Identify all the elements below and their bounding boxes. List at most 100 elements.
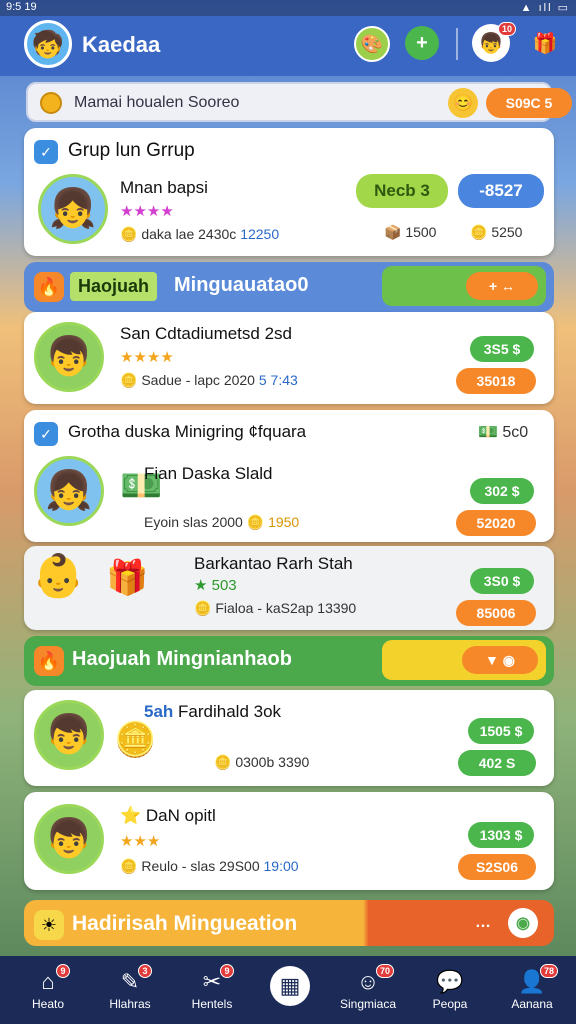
- meta-value: 19:00: [263, 858, 299, 874]
- meta-value: 13390: [317, 600, 357, 616]
- status-icon[interactable]: ◉: [508, 908, 538, 938]
- count-a-value: 1500: [405, 224, 437, 240]
- notification-badge: 10: [498, 22, 517, 36]
- list-item-3[interactable]: 👶 🎁 Barkantao Rarh Stah ★ 503 🪙 Fialoa -…: [24, 546, 554, 630]
- flame-icon: 🔥: [34, 272, 64, 302]
- item-name: 5ah Fardihald 3ok: [144, 702, 281, 722]
- count-b-value: 5250: [491, 224, 523, 240]
- section-action[interactable]: ▼ ◉: [382, 640, 546, 680]
- rating-stars: ★★★★: [120, 349, 174, 366]
- item-name-rest: Fardihald 3ok: [178, 702, 282, 721]
- reward-button[interactable]: S2S06: [458, 854, 536, 880]
- item-meta: 🪙 daka lae 2430c 12250: [120, 226, 280, 242]
- group-card[interactable]: ✓ Grup lun Grrup 👧 Mnan bapsi ★★★★ 🪙 dak…: [24, 128, 554, 256]
- treasure-icon: 🪙: [114, 721, 157, 759]
- top-app-bar: 🧒 Kaedaa 🎨 + 👦 10 🎁: [0, 16, 576, 76]
- item-name: Mnan bapsi: [120, 178, 208, 197]
- nav-people[interactable]: ☺ Singmiaca 70: [328, 956, 408, 1024]
- value-button[interactable]: -8527: [458, 174, 544, 208]
- add-icon[interactable]: +: [405, 26, 439, 60]
- nav-badge: 9: [56, 964, 70, 978]
- item-avatar: 👧: [38, 174, 108, 244]
- item-meta: 🪙 Reulo - slas 29S00 19:00: [120, 858, 299, 874]
- meta-label: Reulo - slas 29S00: [141, 858, 260, 874]
- section-header-3: ☀ Hadirisah Mingueation … ◉: [24, 900, 554, 946]
- check-icon: ✓: [34, 140, 58, 164]
- price-button[interactable]: 3S5 $: [470, 336, 534, 362]
- item-avatar: 👧: [34, 456, 104, 526]
- section-tag: Haojuah: [70, 272, 158, 301]
- price-button[interactable]: 1505 $: [468, 718, 534, 744]
- bottom-nav: ⌂ Heato 9 ✎ Hlahras 3 ✂ Hentels 9 ▦ ☺ Si…: [0, 956, 576, 1024]
- coin-icon: [40, 92, 62, 114]
- nav-bubble[interactable]: 💬 Peopa: [410, 956, 490, 1024]
- treasure-icon: 🎁: [106, 559, 149, 597]
- meta-label: 0300b: [235, 754, 275, 770]
- more-icon[interactable]: …: [468, 908, 498, 938]
- side-value-text: 5c0: [502, 424, 529, 441]
- smiley-icon[interactable]: 😊: [448, 88, 478, 118]
- meta-value: 3390: [278, 754, 310, 770]
- rating-stars: ★ 503: [194, 577, 237, 594]
- meta-label: Sadue - lapc 2020: [141, 372, 255, 388]
- search-coins-pill[interactable]: S09C 5: [486, 88, 572, 118]
- section-title: Haojuah Mingnianhaob: [72, 648, 292, 670]
- user-avatar[interactable]: 🧒: [24, 20, 72, 68]
- meta-value: 12250: [240, 226, 280, 242]
- check-icon: ✓: [34, 422, 58, 446]
- divider: [456, 28, 458, 60]
- section-title: Minguauatao0: [174, 274, 309, 296]
- item-name: ⭐ DaN opitl: [120, 806, 216, 825]
- nav-badge: 78: [540, 964, 559, 978]
- nav-tools[interactable]: ✂ Hentels 9: [172, 956, 252, 1024]
- app-title: Kaedaa: [82, 32, 161, 57]
- status-signal: ▲ ıll ▭: [520, 2, 570, 14]
- search-bar[interactable]: Mamai houalen Sooreo 😊 S09C 5: [26, 82, 572, 122]
- tools-icon: ✂: [202, 969, 222, 994]
- grid-icon[interactable]: ▦: [270, 966, 310, 1006]
- nav-user[interactable]: 👤 Aanana 78: [492, 956, 572, 1024]
- next-button[interactable]: Necb 3: [356, 174, 448, 208]
- chat-icon: ✎: [120, 969, 140, 994]
- count-b: 🪙 5250: [470, 224, 523, 240]
- item-meta: 🪙 Fialoa - kaS2ap 13390: [194, 600, 357, 616]
- price-button[interactable]: 1303 $: [468, 822, 534, 848]
- nav-chat[interactable]: ✎ Hlahras 3: [90, 956, 170, 1024]
- status-bar: 9:5 19 ▲ ıll ▭: [0, 0, 576, 16]
- reward-button[interactable]: 35018: [456, 368, 536, 394]
- reward-button[interactable]: 52020: [456, 510, 536, 536]
- item-meta: Eyoin slas 2000 🪙 1950: [144, 514, 300, 530]
- nav-label: Hlahras: [109, 997, 151, 1011]
- item-name: Fian Daska Slald: [144, 464, 273, 483]
- list-item-4[interactable]: 👦 🪙 5ah Fardihald 3ok 🪙 0300b 3390 1505 …: [24, 690, 554, 786]
- meta-value: 1950: [268, 514, 300, 530]
- flame-icon: 🔥: [34, 646, 64, 676]
- rating-stars: ★★★: [120, 833, 161, 850]
- item-meta: 🪙 Sadue - lapc 2020 5 7:43: [120, 372, 298, 388]
- item-avatar: 👦: [34, 804, 104, 874]
- sun-icon: ☀: [34, 910, 64, 940]
- bubble-icon: 💬: [436, 969, 464, 994]
- reward-button[interactable]: 85006: [456, 600, 536, 626]
- section-action-button[interactable]: ▼ ◉: [462, 646, 538, 674]
- nav-badge: 3: [138, 964, 152, 978]
- child-avatar: 👶: [32, 552, 85, 599]
- price-button[interactable]: 3S0 $: [470, 568, 534, 594]
- price-button[interactable]: 302 $: [470, 478, 534, 504]
- side-value: 💵 5c0: [478, 424, 529, 441]
- paint-icon[interactable]: 🎨: [354, 26, 390, 62]
- reward-button[interactable]: 402 S: [458, 750, 536, 776]
- list-item-5[interactable]: 👦 ⭐ DaN opitl ★★★ 🪙 Reulo - slas 29S00 1…: [24, 792, 554, 890]
- nav-home[interactable]: ⌂ Heato 9: [8, 956, 88, 1024]
- list-item-2[interactable]: ✓ Grotha duska Minigring ¢fquara 💵 5c0 👧…: [24, 410, 554, 542]
- gift-icon[interactable]: 🎁: [530, 28, 560, 58]
- search-placeholder: Mamai houalen Sooreo: [74, 94, 240, 111]
- item-name: Barkantao Rarh Stah: [194, 554, 353, 573]
- item-name: San Cdtadiumetsd 2sd: [120, 324, 292, 343]
- section-action[interactable]: + ↔: [382, 266, 546, 306]
- section-action-button[interactable]: + ↔: [466, 272, 538, 300]
- item-meta: 🪙 0300b 3390: [214, 754, 310, 770]
- list-item-1[interactable]: 👦 San Cdtadiumetsd 2sd ★★★★ 🪙 Sadue - la…: [24, 312, 554, 404]
- item-name-highlight: 5ah: [144, 702, 174, 721]
- nav-label: Singmiaca: [339, 997, 397, 1011]
